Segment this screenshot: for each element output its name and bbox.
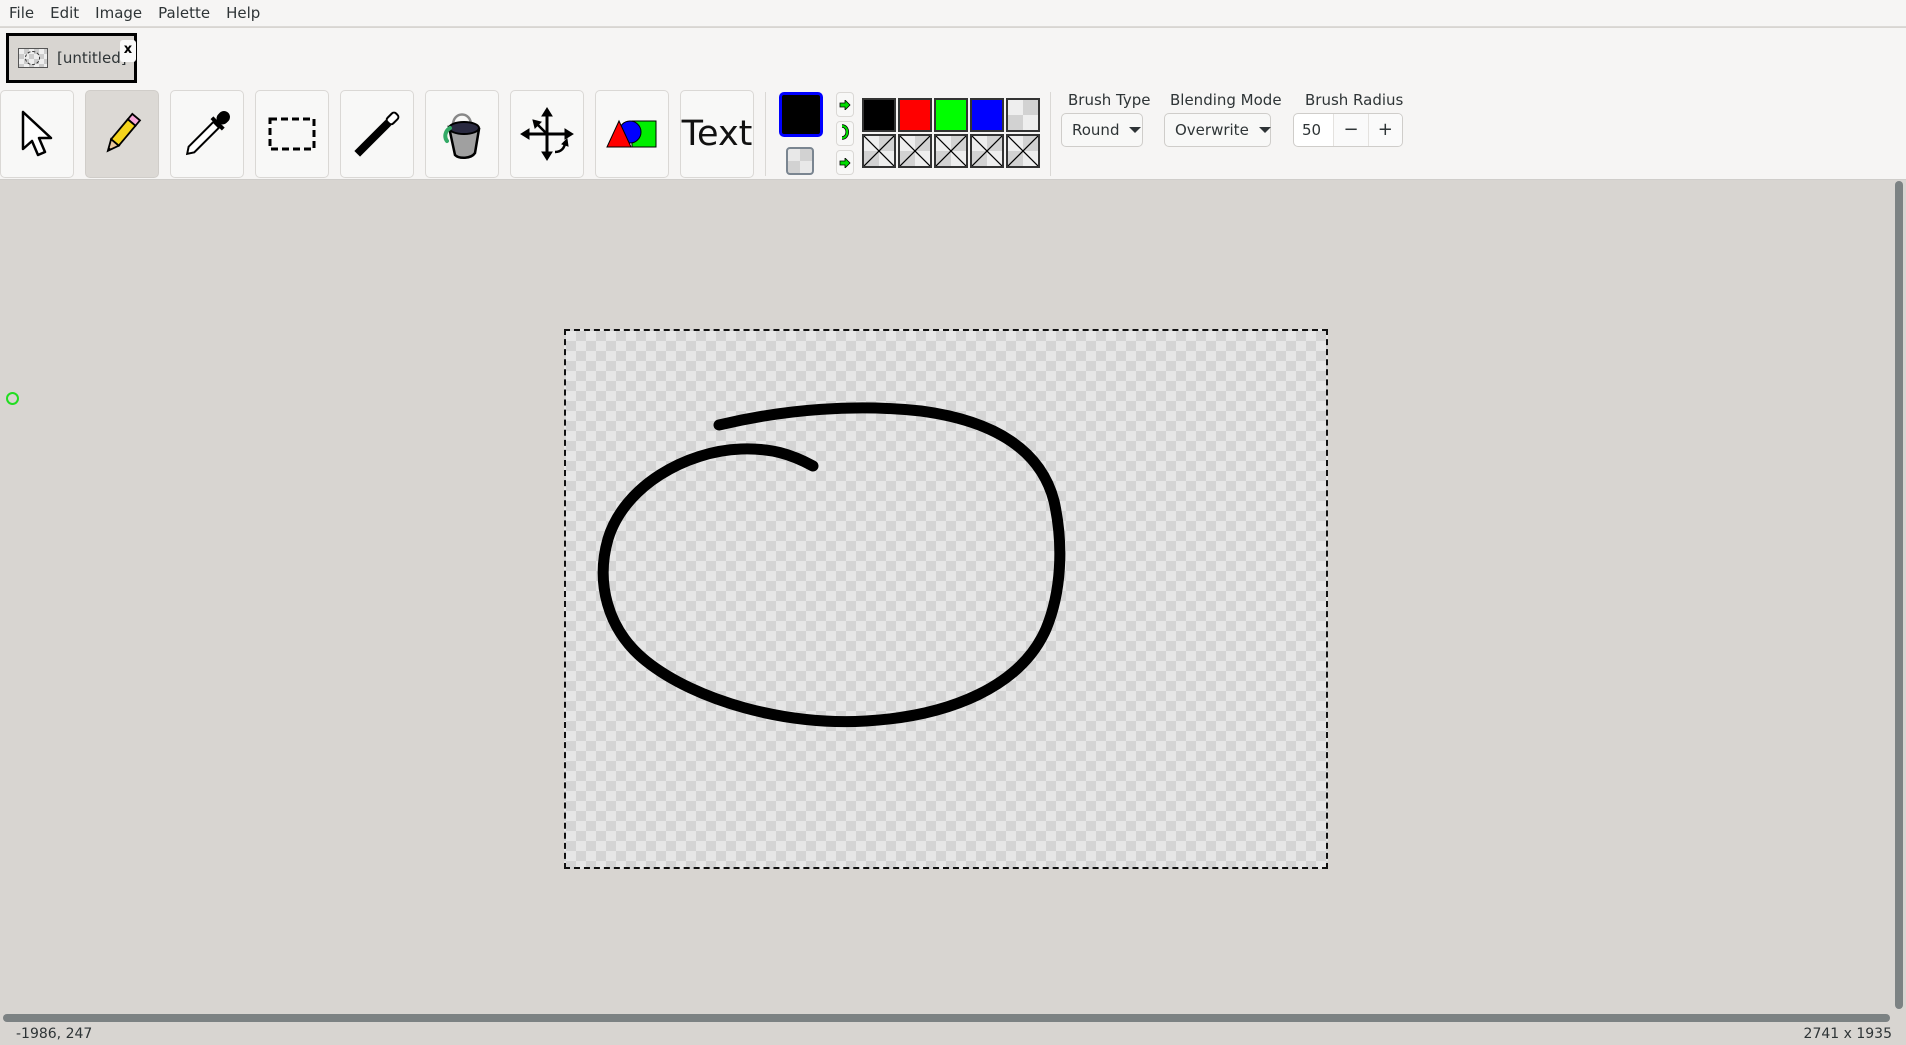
palette-empty-slot[interactable] <box>862 134 896 168</box>
tool-fill-button[interactable] <box>425 90 499 178</box>
palette-color-swatch[interactable] <box>934 98 968 132</box>
green-arrow-right-icon <box>839 95 851 114</box>
image-canvas[interactable] <box>564 329 1328 869</box>
horizontal-scrollbar[interactable] <box>3 1014 1890 1022</box>
paint-bucket-icon <box>437 107 487 161</box>
palette-empty-slot[interactable] <box>1006 134 1040 168</box>
palette-color-swatch[interactable] <box>862 98 896 132</box>
status-bar: -1986, 247 2741 x 1935 <box>0 1024 1906 1045</box>
empty-slot-x-icon <box>864 136 894 166</box>
swap-arrows-icon <box>840 123 850 144</box>
chevron-down-icon <box>1258 127 1271 133</box>
drawing-layer <box>597 402 1066 728</box>
blending-mode-dropdown[interactable]: Overwrite <box>1164 113 1271 147</box>
tool-move-button[interactable] <box>510 90 584 178</box>
empty-slot-x-icon <box>900 136 930 166</box>
toolbar: Text Brush Type Round Blending Mode Over… <box>0 88 1906 180</box>
brush-radius-increment-button[interactable]: + <box>1367 114 1402 146</box>
empty-slot-x-icon <box>1008 136 1038 166</box>
tool-line-button[interactable] <box>340 90 414 178</box>
document-title: [untitled] <box>57 49 127 67</box>
brush-radius-label: Brush Radius <box>1305 91 1404 109</box>
tool-text-button[interactable]: Text <box>680 90 754 178</box>
primary-color-swatch[interactable] <box>779 92 823 137</box>
add-secondary-to-palette-button[interactable] <box>836 150 854 175</box>
menu-palette[interactable]: Palette <box>150 4 218 22</box>
cursor-coordinates: -1986, 247 <box>16 1026 93 1042</box>
brush-cursor-indicator <box>6 392 19 405</box>
blending-mode-value: Overwrite <box>1175 121 1249 139</box>
empty-slot-x-icon <box>936 136 966 166</box>
palette-empty-slot[interactable] <box>934 134 968 168</box>
brush-radius-spinner: 50 − + <box>1293 113 1403 147</box>
brush-type-value: Round <box>1072 121 1120 139</box>
tool-shapes-button[interactable] <box>595 90 669 178</box>
empty-slot-x-icon <box>972 136 1002 166</box>
toolbar-separator <box>765 92 766 176</box>
palette-color-swatch[interactable] <box>898 98 932 132</box>
image-size: 2741 x 1935 <box>1803 1026 1892 1042</box>
pointer-arrow-icon <box>17 109 57 159</box>
brush-type-label: Brush Type <box>1068 91 1151 109</box>
blending-mode-label: Blending Mode <box>1170 91 1282 109</box>
brush-type-dropdown[interactable]: Round <box>1061 113 1143 147</box>
text-tool-label: Text <box>681 114 753 154</box>
palette-color-transparent[interactable] <box>1006 98 1040 132</box>
palette-color-swatch[interactable] <box>970 98 1004 132</box>
vertical-scrollbar[interactable] <box>1895 181 1903 1009</box>
shapes-icon <box>604 118 660 150</box>
close-tab-button[interactable]: x <box>120 40 136 62</box>
swap-colors-button[interactable] <box>836 121 854 146</box>
pencil-icon <box>99 109 145 159</box>
drawn-stroke <box>597 402 1066 728</box>
color-palette <box>862 98 1040 168</box>
add-primary-to-palette-button[interactable] <box>836 92 854 117</box>
tool-rectangle-select-button[interactable] <box>255 90 329 178</box>
menu-file[interactable]: File <box>1 4 42 22</box>
tool-pencil-button[interactable] <box>85 90 159 178</box>
green-arrow-right-icon <box>839 153 851 172</box>
document-tab-bar: [untitled] x <box>0 28 1906 88</box>
document-thumbnail <box>18 48 48 68</box>
chevron-down-icon <box>1129 127 1142 133</box>
menu-help[interactable]: Help <box>218 4 268 22</box>
tool-color-picker-button[interactable] <box>170 90 244 178</box>
toolbar-separator <box>1050 92 1051 176</box>
eyedropper-icon <box>179 106 235 162</box>
palette-empty-slot[interactable] <box>970 134 1004 168</box>
secondary-color-swatch[interactable] <box>786 147 814 175</box>
menu-image[interactable]: Image <box>87 4 150 22</box>
brush-radius-decrement-button[interactable]: − <box>1333 114 1368 146</box>
document-tab[interactable]: [untitled] x <box>6 33 137 83</box>
menu-bar: File Edit Image Palette Help <box>0 0 1906 27</box>
palette-empty-slot[interactable] <box>898 134 932 168</box>
rectangle-select-icon <box>267 116 317 152</box>
canvas-workspace[interactable] <box>0 181 1906 1009</box>
move-arrows-icon <box>519 106 575 162</box>
brush-radius-input[interactable]: 50 <box>1294 114 1333 146</box>
tool-pointer-button[interactable] <box>0 90 74 178</box>
menu-edit[interactable]: Edit <box>42 4 87 22</box>
line-tool-icon <box>349 106 405 162</box>
